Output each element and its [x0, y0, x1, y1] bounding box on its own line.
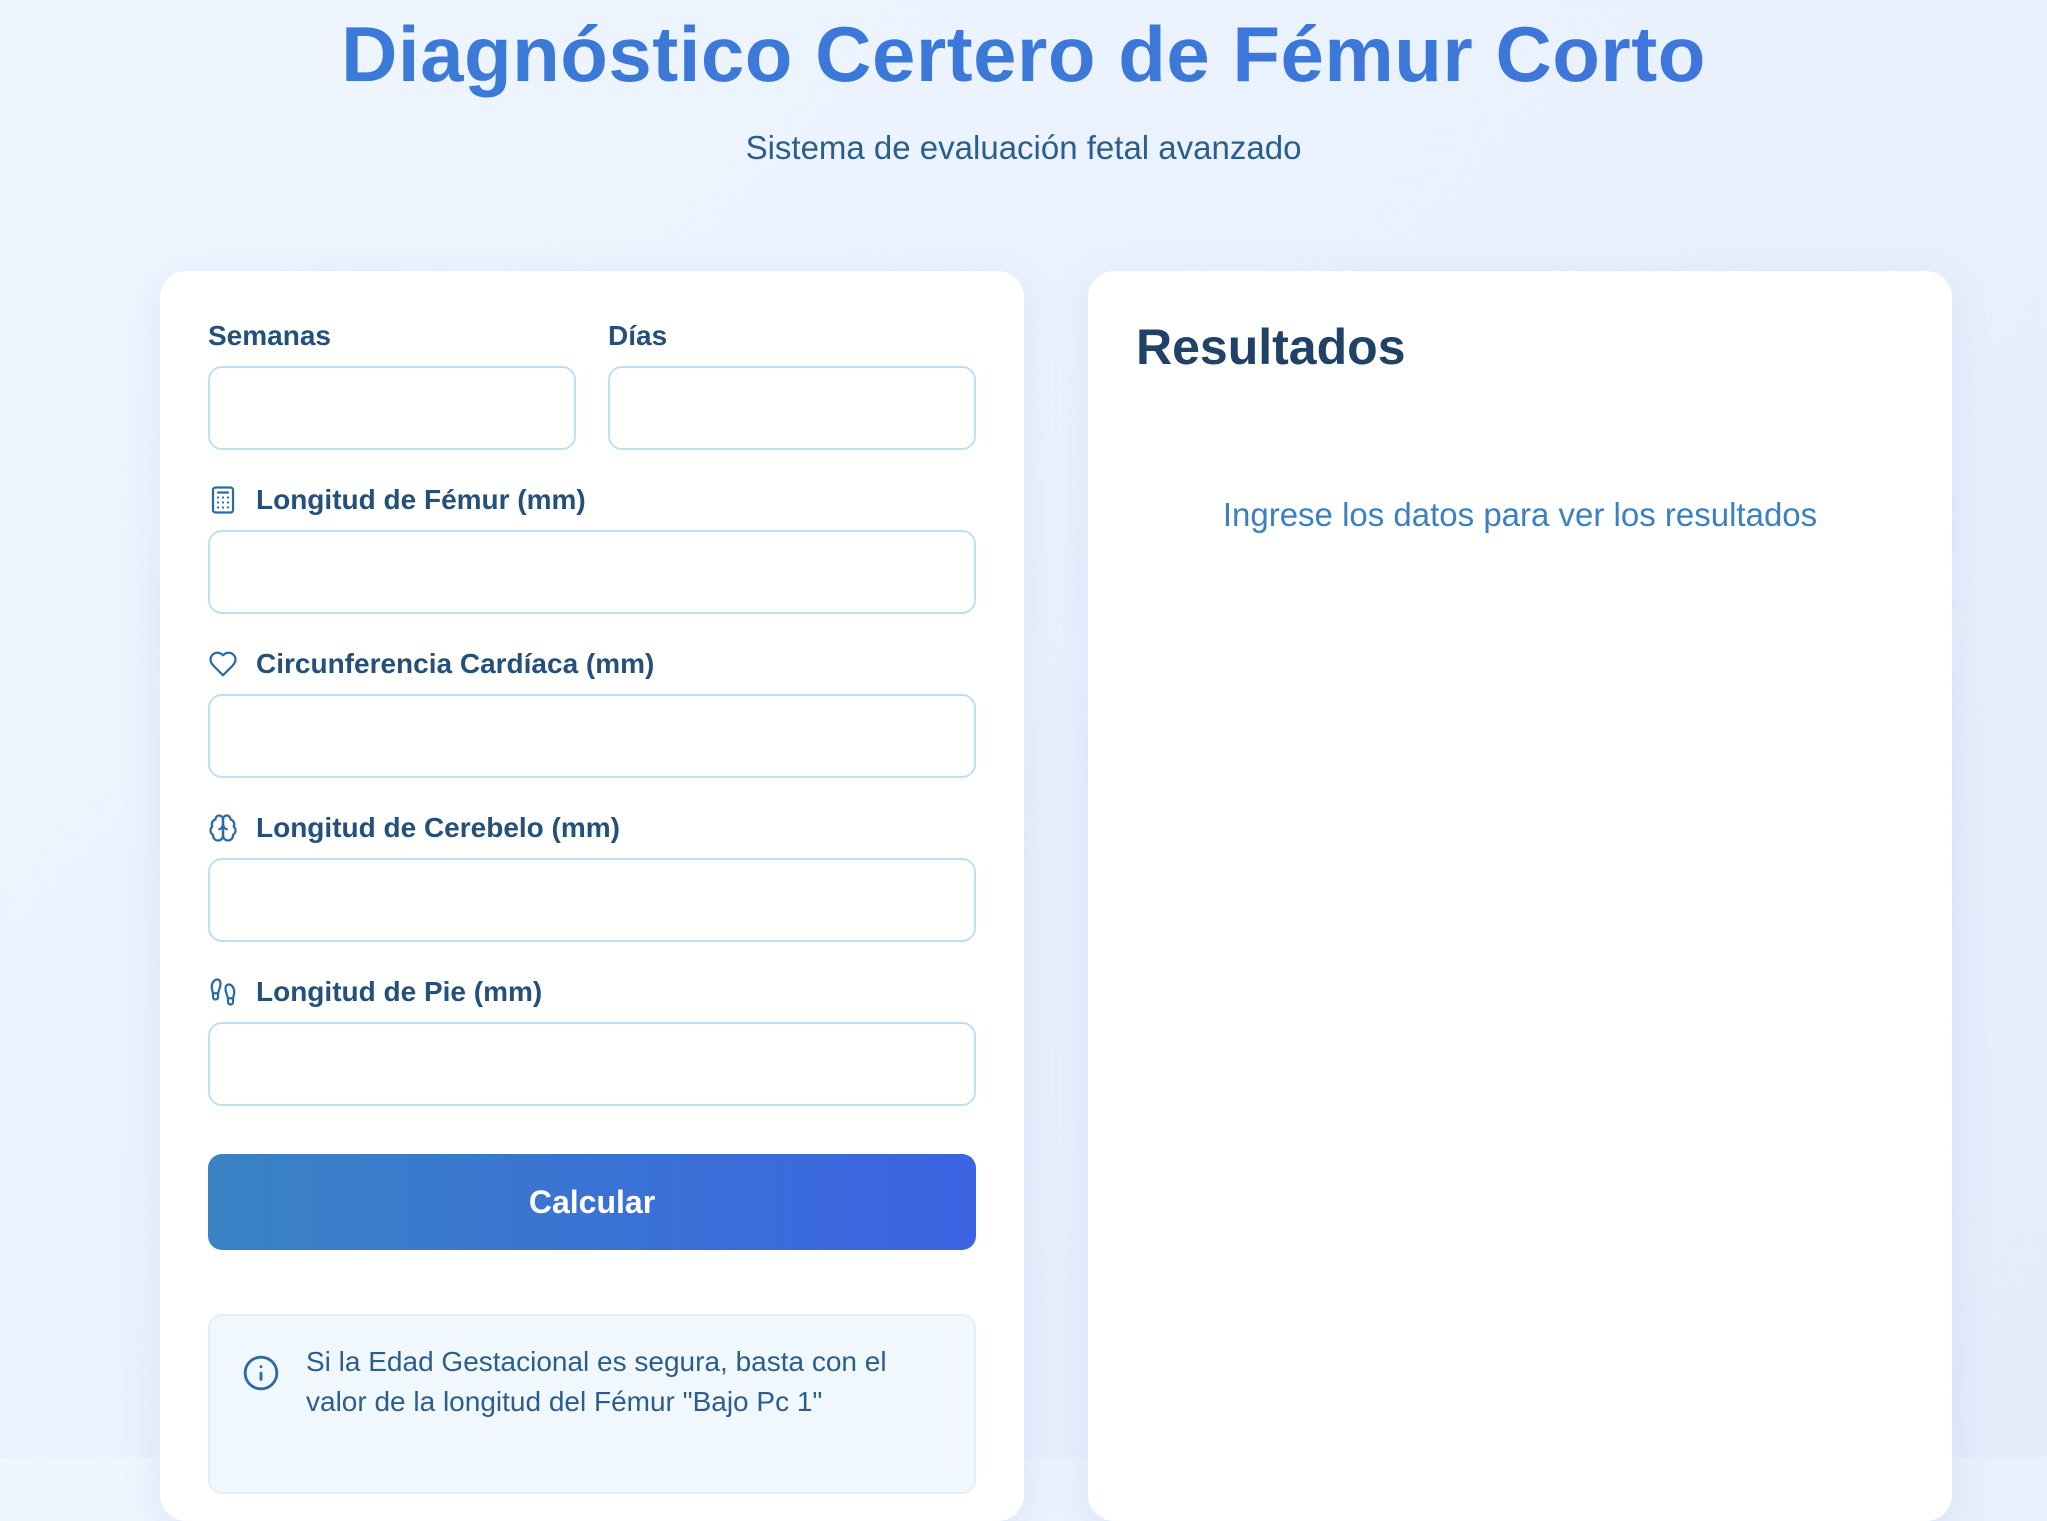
days-label-text: Días — [608, 320, 668, 351]
weeks-input[interactable] — [208, 366, 576, 450]
brain-icon — [208, 813, 238, 843]
weeks-label: Semanas — [208, 318, 331, 354]
results-title: Resultados — [1136, 319, 1406, 375]
heart-icon — [208, 649, 238, 679]
heart-label: Circunferencia Cardíaca (mm) — [208, 646, 654, 682]
femur-label-text: Longitud de Fémur (mm) — [256, 484, 586, 515]
heart-circumference-input[interactable] — [208, 694, 976, 778]
results-card: Resultados Ingrese los datos para ver lo… — [1088, 271, 1952, 1521]
info-text: Si la Edad Gestacional es segura, basta … — [306, 1346, 887, 1417]
results-empty-message: Ingrese los datos para ver los resultado… — [1222, 496, 1818, 533]
page-title: Diagnóstico Certero de Fémur Corto — [0, 0, 2047, 108]
foot-label: Longitud de Pie (mm) — [208, 974, 542, 1010]
weeks-label-text: Semanas — [208, 320, 331, 351]
foot-length-input[interactable] — [208, 1022, 976, 1106]
femur-length-input[interactable] — [208, 530, 976, 614]
days-label: Días — [608, 318, 667, 354]
cerebellum-label: Longitud de Cerebelo (mm) — [208, 810, 620, 846]
page-subtitle: Sistema de evaluación fetal avanzado — [745, 129, 1302, 166]
foot-label-text: Longitud de Pie (mm) — [256, 976, 543, 1007]
info-icon — [242, 1354, 280, 1392]
femur-label: Longitud de Fémur (mm) — [208, 482, 586, 518]
days-input[interactable] — [608, 366, 976, 450]
calculator-icon — [208, 485, 238, 515]
cerebellum-label-text: Longitud de Cerebelo (mm) — [256, 812, 620, 843]
cerebellum-length-input[interactable] — [208, 858, 976, 942]
info-note: Si la Edad Gestacional es segura, basta … — [208, 1314, 976, 1494]
heart-label-text: Circunferencia Cardíaca (mm) — [256, 648, 655, 679]
calculate-button[interactable]: Calcular — [208, 1154, 976, 1250]
footprints-icon — [208, 977, 238, 1007]
page: Diagnóstico Certero de Fémur Corto Siste… — [0, 0, 2047, 1521]
input-form-card: Semanas Días Longitud de Fémur (mm) Circ… — [160, 271, 1024, 1521]
